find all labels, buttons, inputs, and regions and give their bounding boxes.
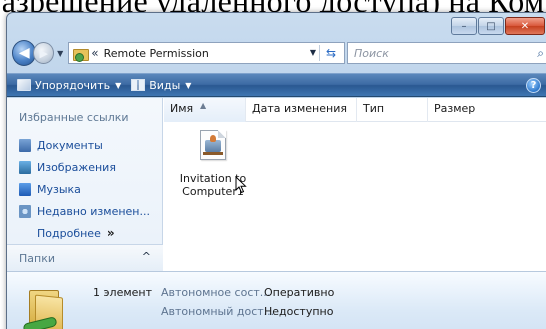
item-count: 1 элемент (93, 286, 152, 299)
minimize-icon: – (461, 20, 467, 32)
documents-icon (19, 138, 31, 152)
sort-ascending-icon: ▲ (200, 101, 207, 110)
window-caption-buttons: – □ ✕ (451, 17, 545, 35)
details-pane: 1 элемент Автономное сост... Оперативно … (7, 271, 546, 329)
column-header-label: Дата изменения (252, 102, 347, 115)
nav-link-documents[interactable]: Документы (19, 134, 150, 156)
nav-link-music[interactable]: Музыка (19, 178, 150, 200)
remote-assistance-invitation-icon (197, 130, 229, 160)
nav-link-more-label: Подробнее (37, 226, 101, 240)
column-header-size[interactable]: Размер (428, 98, 528, 122)
forward-arrow-icon: ▶ (39, 46, 48, 60)
views-button[interactable]: Виды ▼ (131, 79, 191, 92)
nav-link-label: Недавно изменен... (37, 204, 150, 218)
chevron-down-icon: ▼ (185, 80, 192, 90)
breadcrumb-overflow[interactable]: « (91, 46, 98, 60)
search-icon[interactable]: ⌕ (537, 46, 544, 61)
recent-icon (19, 204, 31, 218)
command-toolbar: Упорядочить ▼ Виды ▼ ? (7, 73, 546, 97)
organize-button[interactable]: Упорядочить ▼ (17, 79, 121, 92)
navigation-pane: Избранные ссылки Документы Изображения М… (7, 98, 163, 271)
column-header-label: Размер (434, 102, 476, 115)
minimize-button[interactable]: – (451, 17, 477, 35)
maximize-icon: □ (486, 20, 496, 32)
folders-label: Папки (19, 252, 55, 265)
nav-link-label: Документы (37, 138, 103, 152)
nav-link-recently-changed[interactable]: Недавно изменен... (19, 200, 150, 222)
search-placeholder: Поиск (354, 46, 389, 60)
mouse-pointer-icon (235, 176, 247, 194)
column-header-label: Имя (170, 102, 194, 115)
navigation-bar: ◀ ▶ ▼ « Remote Permission ▼ ⇆ Поиск ⌕ (7, 39, 546, 67)
chevron-up-icon: ^ (141, 250, 151, 263)
column-header-name[interactable]: ▲ Имя (164, 98, 246, 122)
close-button[interactable]: ✕ (505, 17, 545, 35)
address-dropdown-icon[interactable]: ▼ (310, 48, 316, 57)
refresh-icon[interactable]: ⇆ (322, 45, 340, 61)
address-divider (319, 45, 321, 61)
breadcrumb-current-folder[interactable]: Remote Permission (104, 47, 209, 60)
music-icon (19, 182, 31, 196)
organize-label: Упорядочить (35, 78, 111, 92)
offline-availability-label: Автономный дост... (161, 305, 275, 318)
column-header-label: Тип (363, 102, 385, 115)
offline-availability-value: Недоступно (264, 305, 334, 318)
recent-pages-dropdown[interactable]: ▼ (57, 49, 63, 58)
shared-folder-icon (21, 280, 69, 329)
organize-icon (17, 79, 31, 91)
close-icon: ✕ (520, 20, 530, 32)
back-arrow-icon: ◀ (18, 45, 30, 61)
pictures-icon (19, 160, 31, 174)
views-icon (131, 79, 146, 91)
offline-status-value: Оперативно (264, 286, 335, 299)
column-headers: ▲ Имя Дата изменения Тип Размер (164, 98, 546, 122)
column-header-date[interactable]: Дата изменения (246, 98, 357, 122)
favorite-links-list: Документы Изображения Музыка Недавно изм… (19, 134, 150, 244)
views-label: Виды (149, 78, 181, 92)
column-header-type[interactable]: Тип (357, 98, 428, 122)
nav-link-label: Изображения (37, 160, 116, 174)
offline-status-label: Автономное сост... (161, 286, 271, 299)
address-bar[interactable]: « Remote Permission ▼ ⇆ (68, 42, 346, 64)
folder-icon (73, 47, 90, 62)
forward-button[interactable]: ▶ (33, 42, 55, 64)
double-chevron-icon: » (106, 226, 115, 240)
nav-link-pictures[interactable]: Изображения (19, 156, 150, 178)
nav-link-more[interactable]: Подробнее » (19, 222, 150, 244)
favorite-links-title: Избранные ссылки (19, 111, 129, 124)
file-list-pane: ▲ Имя Дата изменения Тип Размер Invitati… (164, 98, 546, 271)
chevron-down-icon: ▼ (115, 80, 122, 90)
folders-toggle[interactable]: Папки ^ (7, 244, 163, 271)
nav-link-label: Музыка (37, 182, 81, 196)
explorer-window: – □ ✕ ◀ ▶ ▼ « Remote Permission ▼ ⇆ Поис… (6, 12, 546, 329)
help-icon[interactable]: ? (526, 78, 541, 93)
maximize-button[interactable]: □ (478, 17, 504, 35)
search-input[interactable]: Поиск ⌕ (347, 42, 546, 64)
content-area: Избранные ссылки Документы Изображения М… (7, 98, 546, 271)
